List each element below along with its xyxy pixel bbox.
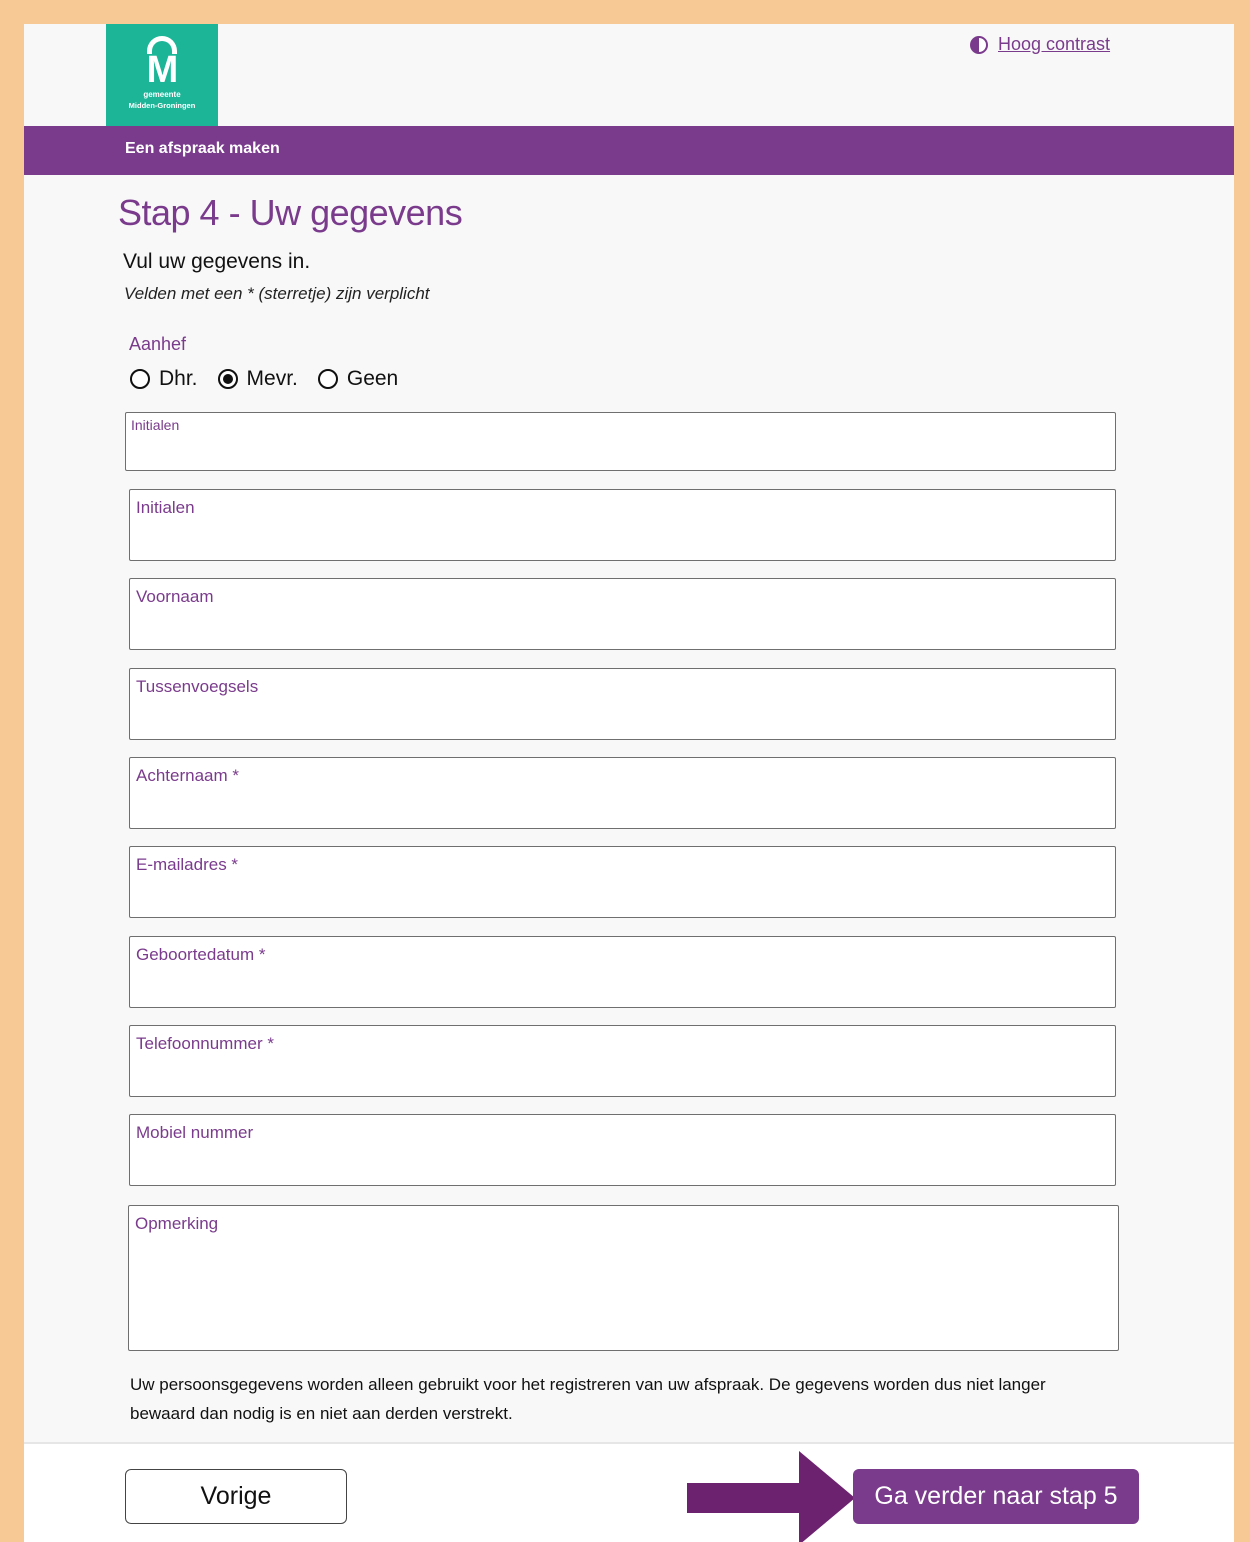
nav-bar: Een afspraak maken xyxy=(24,126,1234,175)
privacy-line-1: Uw persoonsgegevens worden alleen gebrui… xyxy=(130,1375,1046,1394)
page-title: Stap 4 - Uw gegevens xyxy=(118,192,463,233)
field-label: Mobiel nummer xyxy=(136,1123,254,1142)
intro-text: Vul uw gegevens in. xyxy=(123,250,311,273)
privacy-notice: Uw persoonsgegevens worden alleen gebrui… xyxy=(130,1370,1130,1428)
last-name-field[interactable]: Achternaam * xyxy=(129,757,1116,829)
radio-mevr[interactable]: Mevr. xyxy=(217,367,298,391)
municipality-logo[interactable]: M gemeente Midden-Groningen xyxy=(106,24,218,126)
remark-textarea[interactable]: Opmerking xyxy=(128,1205,1119,1351)
page-frame: M gemeente Midden-Groningen Hoog contras… xyxy=(24,24,1234,1542)
mobile-field[interactable]: Mobiel nummer xyxy=(129,1114,1116,1186)
arrow-right-icon xyxy=(687,1451,855,1542)
logo-text-name: Midden-Groningen xyxy=(128,101,196,110)
logo-letter: M xyxy=(146,49,179,91)
radio-label-geen[interactable]: Geen xyxy=(347,367,398,391)
field-label: E-mailadres * xyxy=(136,855,239,874)
initials-field[interactable]: Initialen xyxy=(129,489,1116,561)
field-label: Geboortedatum * xyxy=(136,945,266,964)
radio-circle[interactable] xyxy=(217,369,238,389)
contrast-icon xyxy=(970,35,988,54)
phone-field[interactable]: Telefoonnummer * xyxy=(129,1025,1116,1097)
radio-label-mevr[interactable]: Mevr. xyxy=(247,367,298,391)
email-field[interactable]: E-mailadres * xyxy=(129,846,1116,918)
next-step-button[interactable]: Ga verder naar stap 5 xyxy=(853,1469,1139,1524)
field-label: Initialen xyxy=(136,498,195,517)
nav-title: Een afspraak maken xyxy=(125,140,280,157)
radio-dhr[interactable]: Dhr. xyxy=(130,367,198,391)
radio-circle[interactable] xyxy=(317,369,338,389)
radio-geen[interactable]: Geen xyxy=(317,367,398,391)
salutation-label: Aanhef xyxy=(129,334,187,354)
infix-field[interactable]: Tussenvoegsels xyxy=(129,668,1116,740)
radio-label-dhr[interactable]: Dhr. xyxy=(159,367,198,391)
birthdate-field[interactable]: Geboortedatum * xyxy=(129,936,1116,1008)
field-label: Initialen xyxy=(131,417,180,433)
field-label: Tussenvoegsels xyxy=(136,677,259,696)
high-contrast-link[interactable]: Hoog contrast xyxy=(998,34,1110,55)
high-contrast-toggle[interactable]: Hoog contrast xyxy=(970,34,1110,55)
privacy-line-2: bewaard dan nodig is en niet aan derden … xyxy=(130,1404,513,1423)
logo-text-gemeente: gemeente xyxy=(143,90,181,99)
previous-button[interactable]: Vorige xyxy=(125,1469,347,1524)
field-label: Opmerking xyxy=(135,1214,219,1233)
field-label: Voornaam xyxy=(136,587,214,606)
required-note: Velden met een * (sterretje) zijn verpli… xyxy=(124,284,430,303)
radio-circle[interactable] xyxy=(130,369,150,389)
field-label: Telefoonnummer * xyxy=(136,1034,274,1053)
first-name-field[interactable]: Voornaam xyxy=(129,578,1116,650)
salutation-radio-group: Dhr. Mevr. Geen xyxy=(130,367,418,391)
initials-field-compact[interactable]: Initialen xyxy=(125,412,1116,471)
field-label: Achternaam * xyxy=(136,766,239,785)
